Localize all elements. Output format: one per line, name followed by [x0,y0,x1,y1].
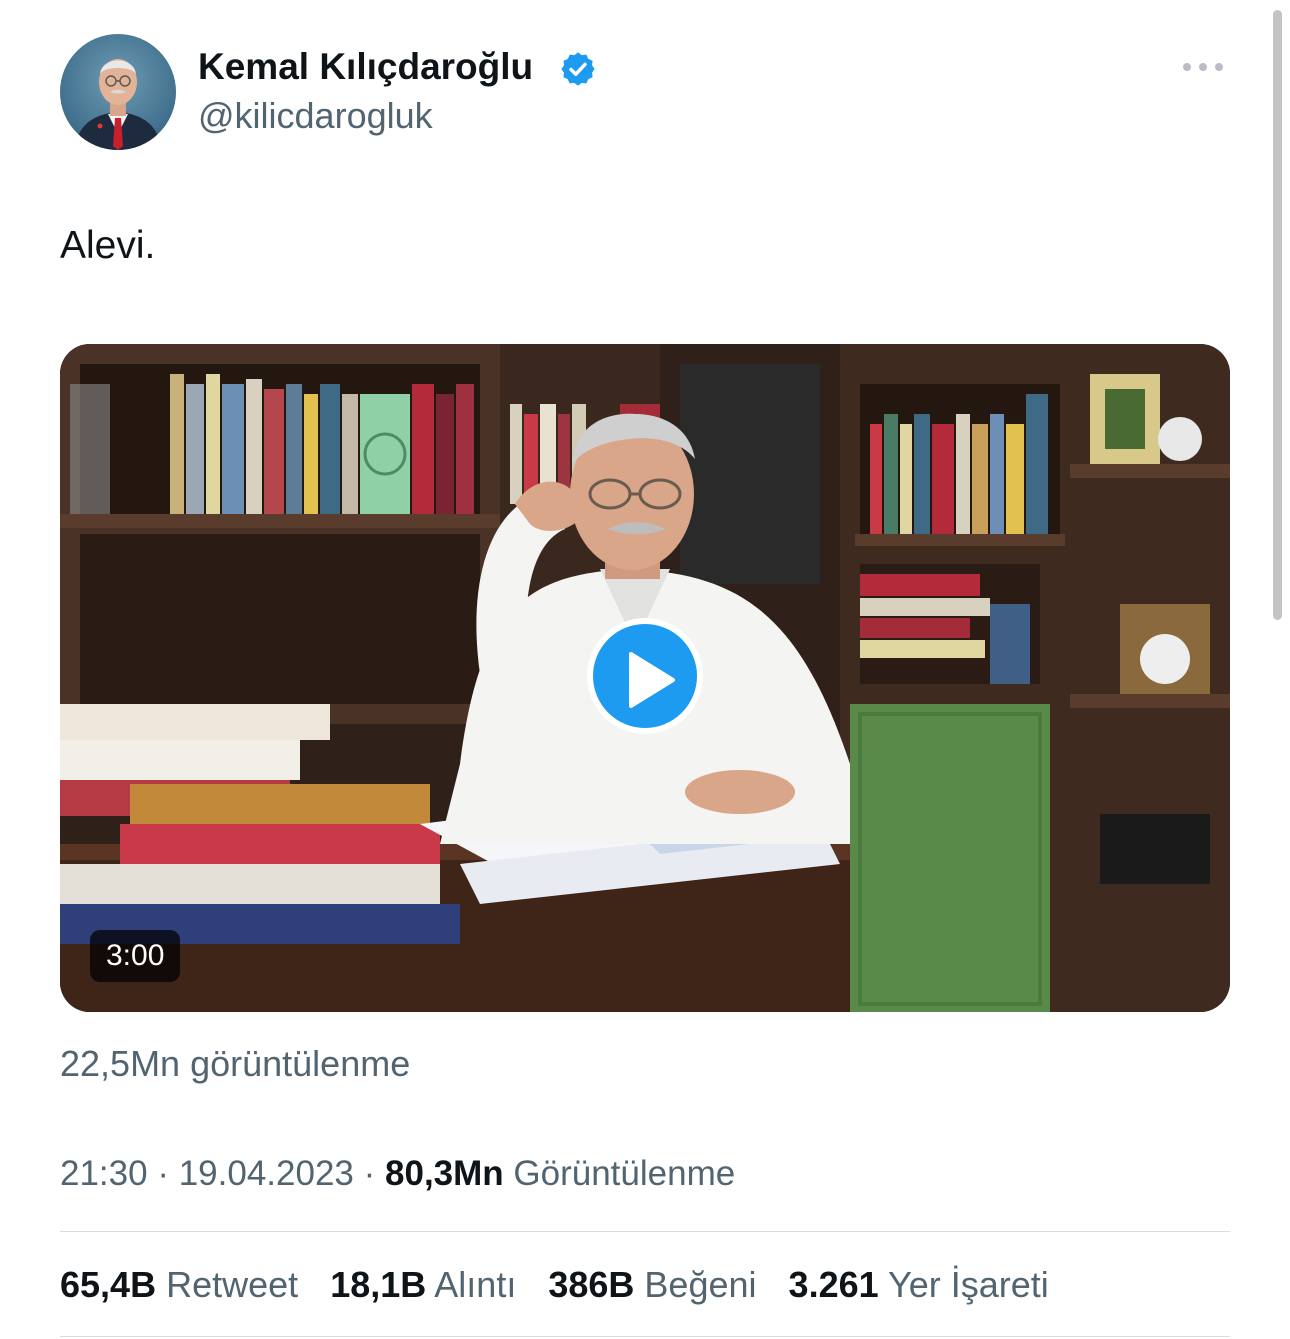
scrollbar[interactable] [1273,10,1282,620]
more-options-icon[interactable] [1178,54,1228,80]
stat-count: 386B [548,1264,635,1305]
stat-label: Yer İşareti [888,1264,1049,1305]
stat-count: 3.261 [788,1264,879,1305]
meta-separator: · [363,1154,376,1193]
author-handle[interactable]: @kilicdarogluk [198,94,433,138]
verified-badge-icon [561,52,595,86]
stat-bookmarks[interactable]: 3.261 Yer İşareti [789,1262,1049,1308]
views-label: Görüntülenme [513,1154,736,1193]
author-name[interactable]: Kemal Kılıçdaroğlu [198,44,533,90]
stat-likes[interactable]: 386B Beğeni [548,1262,756,1308]
divider [60,1231,1230,1232]
video-view-count: 22,5Mn görüntülenme [60,1043,411,1084]
tweet-date[interactable]: 19.04.2023 [179,1154,354,1193]
tweet-time[interactable]: 21:30 [60,1154,148,1193]
stat-quotes[interactable]: 18,1B Alıntı [330,1262,516,1308]
views-count: 80,3Mn [385,1154,504,1193]
stat-count: 18,1B [330,1264,427,1305]
video-player[interactable]: 3:00 [60,344,1230,1012]
play-icon [629,652,675,708]
avatar-portrait [74,59,162,150]
stat-retweets[interactable]: 65,4B Retweet [60,1262,298,1308]
stat-count: 65,4B [60,1264,157,1305]
play-button[interactable] [587,618,703,734]
engagement-stats: 65,4B Retweet 18,1B Alıntı 386B Beğeni 3… [60,1262,1071,1308]
stat-label: Retweet [166,1264,299,1305]
video-duration-badge: 3:00 [90,930,181,982]
stat-label: Alıntı [434,1264,517,1305]
tweet-text: Alevi. [60,224,156,267]
meta-separator: · [157,1154,169,1193]
stat-label: Beğeni [644,1264,757,1305]
divider [60,1336,1230,1337]
avatar[interactable] [60,34,176,150]
tweet-meta: 21:30 · 19.04.2023 · 80,3Mn Görüntülenme [60,1152,735,1196]
